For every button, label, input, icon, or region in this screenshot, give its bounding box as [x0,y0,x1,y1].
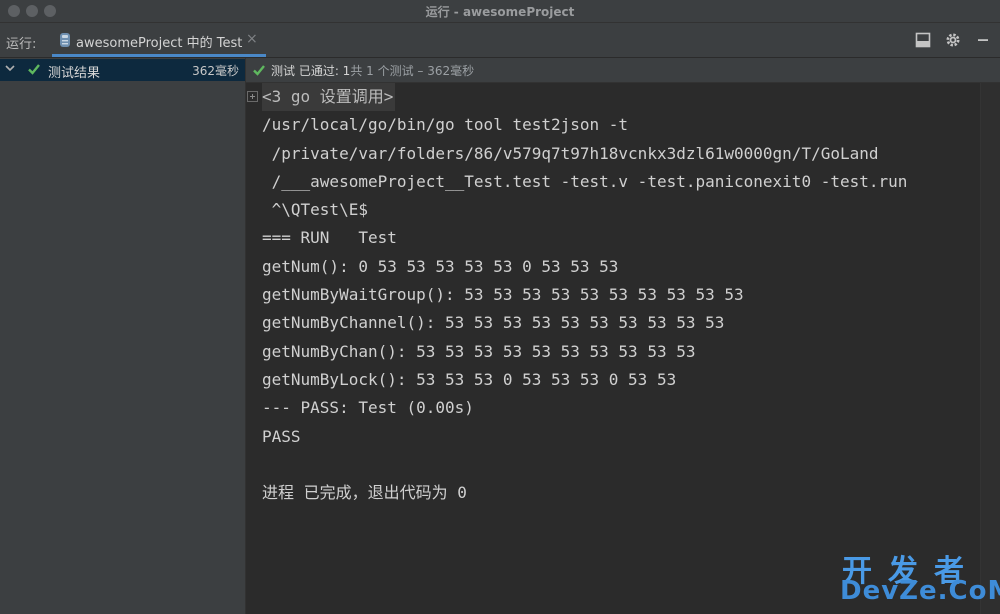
console-scrollbar[interactable] [980,83,1000,614]
go-test-icon [60,33,70,47]
status-summary: 共 1 个测试 – 362毫秒 [350,64,475,78]
tree-item-test-results[interactable]: 测试结果 362毫秒 [0,59,245,81]
tree-item-label: 测试结果 [48,66,101,81]
gear-icon[interactable] [944,31,962,49]
minimize-icon[interactable] [974,31,992,49]
collapsed-invocation[interactable]: <3 go 设置调用> [262,83,396,112]
tab-label: awesomeProject 中的 Test [76,36,243,51]
watermark-bottom: DevZe.CoM [840,576,1000,606]
close-icon[interactable]: × [246,31,258,47]
console-output[interactable]: <3 go 设置调用> /usr/local/go/bin/go tool te… [246,83,980,614]
console-line: --- PASS: Test (0.00s) [262,398,474,418]
console-line: <3 go 设置调用> [262,83,907,112]
status-passed: 测试 已通过: 1 [271,64,351,78]
check-icon [28,64,40,75]
check-icon [253,65,265,76]
console-line: === RUN Test [262,228,397,248]
expand-fold-icon[interactable] [247,91,258,102]
console-line: getNumByChannel(): 53 53 53 53 53 53 53 … [262,313,725,333]
test-status-bar: 测试 已通过: 1共 1 个测试 – 362毫秒 [246,58,1000,83]
console-line: getNumByWaitGroup(): 53 53 53 53 53 53 5… [262,285,744,305]
console-line: getNumByChan(): 53 53 53 53 53 53 53 53 … [262,341,696,361]
tree-item-duration: 362毫秒 [192,64,239,78]
console-line: /private/var/folders/86/v579q7t97h18vcnk… [262,143,879,163]
console-line: ^\QTest\E$ [262,200,368,220]
console-lines: <3 go 设置调用> /usr/local/go/bin/go tool te… [262,83,907,507]
run-tab-bar: 运行: awesomeProject 中的 Test × [0,23,1000,58]
test-tree-panel: 测试结果 362毫秒 [0,58,246,614]
window-title: 运行 - awesomeProject [425,5,575,19]
console-line: /___awesomeProject__Test.test -test.v -t… [262,171,908,191]
run-label: 运行: [6,37,37,52]
console-line: /usr/local/go/bin/go tool test2json -t [262,115,629,135]
watermark-logo: 开发者 DevZe.CoM [840,546,1000,610]
title-bar: 运行 - awesomeProject [0,0,1000,23]
layout-icon[interactable] [914,31,932,49]
console-line: PASS [262,426,301,446]
run-tool-window: 运行 - awesomeProject 运行: awesomeProject 中… [0,0,1000,614]
console-line: 进程 已完成，退出代码为 0 [262,483,467,503]
console-line: getNumByLock(): 53 53 53 0 53 53 53 0 53… [262,369,677,389]
console-line: getNum(): 0 53 53 53 53 53 0 53 53 53 [262,256,619,276]
chevron-down-icon[interactable] [4,62,16,74]
status-text: 测试 已通过: 1共 1 个测试 – 362毫秒 [271,62,474,79]
tab-awesomeproject-test[interactable]: awesomeProject 中的 Test × [52,23,266,57]
